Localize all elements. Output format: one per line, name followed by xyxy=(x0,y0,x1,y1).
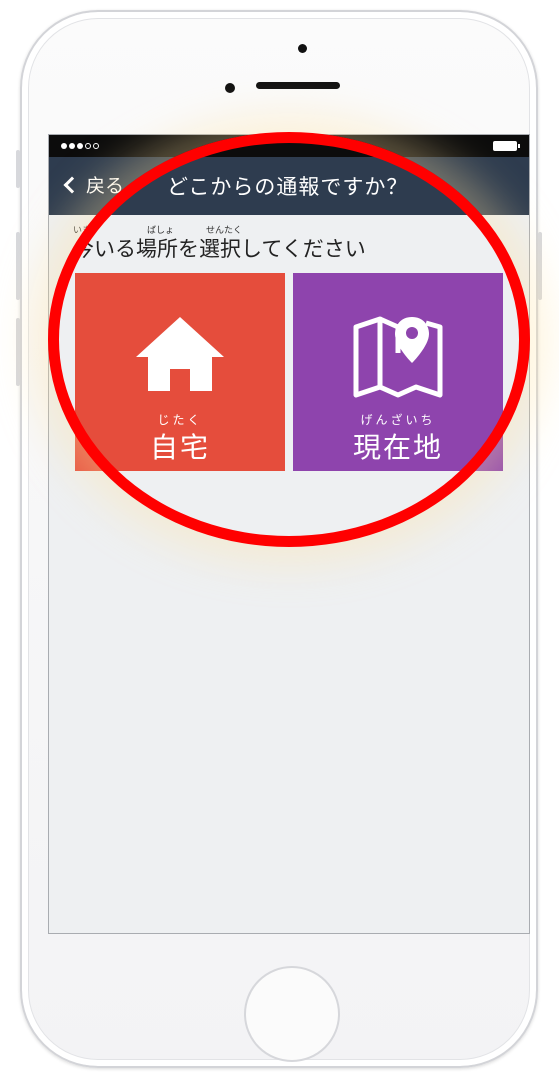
house-icon xyxy=(136,317,224,391)
map-pin-icon xyxy=(353,316,443,398)
phone-screen: 戻る どこからの通報ですか？ いま ばしょ せんたく 今いる場所を選択してくださ… xyxy=(48,134,530,934)
prompt-text: 今いる場所を選択してください xyxy=(73,237,366,261)
home-tile-button[interactable]: じたく 自宅 xyxy=(75,273,285,471)
signal-strength-icon xyxy=(61,143,99,149)
home-label: 自宅 xyxy=(149,431,210,464)
status-bar xyxy=(49,135,529,157)
back-button[interactable]: 戻る xyxy=(63,171,124,198)
back-button-label: 戻る xyxy=(86,175,125,197)
volume-down-button xyxy=(16,318,20,386)
chevron-left-icon xyxy=(63,176,81,193)
home-button[interactable] xyxy=(244,966,340,1062)
volume-up-button xyxy=(16,232,20,300)
nav-title: どこからの通報ですか？ xyxy=(167,175,409,199)
current-location-label: 現在地 xyxy=(352,431,443,464)
power-button xyxy=(538,232,542,300)
location-options: じたく 自宅 げんざいち 現在地 xyxy=(75,273,503,471)
earpiece-speaker xyxy=(256,82,340,89)
current-location-tile-button[interactable]: げんざいち 現在地 xyxy=(293,273,503,471)
proximity-sensor xyxy=(225,83,235,93)
mute-switch xyxy=(16,150,20,188)
navigation-bar: 戻る どこからの通報ですか？ xyxy=(49,157,529,215)
front-camera xyxy=(298,44,307,53)
battery-icon xyxy=(493,141,520,151)
location-prompt: いま ばしょ せんたく 今いる場所を選択してください xyxy=(73,215,529,267)
